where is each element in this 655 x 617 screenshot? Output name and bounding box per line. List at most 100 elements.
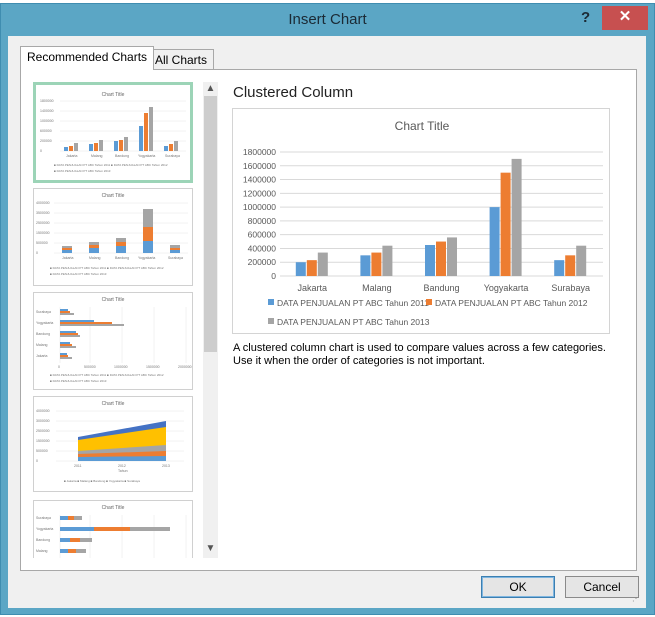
column-bar (565, 255, 576, 276)
svg-text:1400000: 1400000 (40, 109, 54, 113)
thumbnail-stacked-bar-graphic: Chart Title Surabaya Yogyakarta Bandung Mal… (36, 505, 187, 558)
svg-text:Bandung: Bandung (36, 332, 50, 336)
column-bar (360, 255, 371, 276)
help-button[interactable]: ? (581, 9, 590, 26)
chart-preview: Chart Title 0 200000 400000 600000 800000 1000… (232, 108, 610, 334)
ok-button[interactable]: OK (481, 576, 555, 598)
svg-text:Jakarta: Jakarta (62, 256, 74, 260)
svg-text:1000000: 1000000 (114, 365, 128, 369)
svg-text:Yogyakarta: Yogyakarta (36, 321, 53, 325)
thumbnail-clustered-column-graphic: Chart Title 1800000 1400000 1000000 600000 2… (40, 92, 186, 173)
svg-text:Malang: Malang (89, 256, 101, 260)
column-bar (425, 245, 435, 276)
svg-text:Tahun: Tahun (118, 469, 128, 473)
legend-label: DATA PENJUALAN PT ABC Tahun 2011 (277, 298, 429, 308)
resize-grip-icon[interactable]: ⋰ (632, 594, 640, 603)
legend-swatch (268, 318, 274, 324)
svg-text:0: 0 (36, 459, 38, 463)
svg-text:1800000: 1800000 (40, 99, 54, 103)
cancel-button[interactable]: Cancel (565, 576, 639, 598)
column-bar (489, 207, 500, 276)
svg-text:2000000: 2000000 (178, 365, 192, 369)
svg-text:Jakarta: Jakarta (66, 154, 78, 158)
column-bar (371, 252, 382, 276)
x-tick-label: Malang (362, 283, 392, 293)
description-line-1: A clustered column chart is used to comp… (233, 342, 606, 354)
legend-label: DATA PENJUALAN PT ABC Tahun 2012 (435, 298, 588, 308)
x-tick-label: Surabaya (551, 283, 590, 293)
column-bar (295, 262, 306, 276)
thumbnail-scrollbar[interactable]: ▲ ▼ (203, 82, 218, 558)
y-tick-label: 1400000 (243, 175, 276, 185)
svg-text:Malang: Malang (36, 549, 48, 553)
legend-label: DATA PENJUALAN PT ABC Tahun 2013 (277, 317, 430, 327)
svg-text:■ DATA PENJUALAN PT ABC Tahun: ■ DATA PENJUALAN PT ABC Tahun 2013 (54, 169, 111, 173)
svg-text:200000: 200000 (40, 139, 52, 143)
column-bar (576, 245, 587, 276)
tab-recommended-charts[interactable]: Recommended Charts (20, 46, 155, 70)
thumbnail-stacked-column[interactable]: Chart Title 4000000 3500000 2500000 1500000… (33, 188, 193, 286)
scroll-down-icon[interactable]: ▼ (203, 543, 218, 554)
y-tick-label: 800000 (248, 216, 277, 226)
dialog-title: Insert Chart (288, 11, 367, 28)
svg-text:Chart Title: Chart Title (102, 193, 125, 199)
column-bar (317, 252, 328, 276)
close-button[interactable]: ✕ (602, 6, 648, 30)
svg-text:Malang: Malang (91, 154, 103, 158)
y-tick-label: 600000 (248, 230, 277, 240)
svg-text:Chart Title: Chart Title (102, 92, 125, 98)
svg-text:1000000: 1000000 (40, 119, 54, 123)
y-tick-label: 200000 (248, 257, 277, 267)
svg-text:Jakarta: Jakarta (36, 354, 48, 358)
column-bar (382, 245, 393, 276)
svg-text:4000000: 4000000 (36, 201, 50, 205)
thumbnail-stacked-bar[interactable]: Chart Title Surabaya Yogyakarta Bandung Mal… (33, 500, 193, 558)
tab-all-charts[interactable]: All Charts (148, 49, 215, 71)
thumbnail-clustered-bar-graphic: Chart Title Surabaya Yogyakarta Bandung Mal… (36, 297, 192, 383)
y-tick-label: 0 (271, 271, 276, 281)
svg-text:■ DATA PENJUALAN PT ABC Tahun: ■ DATA PENJUALAN PT ABC Tahun 2013 (50, 379, 107, 383)
svg-text:Surabaya: Surabaya (165, 154, 180, 158)
svg-text:Malang: Malang (36, 343, 48, 347)
svg-text:1500000: 1500000 (36, 231, 50, 235)
svg-text:2012: 2012 (118, 464, 126, 468)
svg-text:2011: 2011 (74, 464, 82, 468)
thumbnail-clustered-column[interactable]: Chart Title 1800000 1400000 1000000 600000 2… (33, 82, 193, 183)
preview-heading: Clustered Column (233, 84, 354, 101)
y-tick-label: 1200000 (243, 188, 276, 198)
description-line-2: Use it when the order of categories is n… (233, 355, 485, 367)
thumbnail-stacked-area[interactable]: Chart Title 4000000 3000000 2500000 1500000… (33, 396, 193, 492)
close-icon[interactable]: ✕ (619, 8, 632, 25)
svg-text:■ Jakarta ■ Malang ■ Bandung: ■ Jakarta ■ Malang ■ Bandung ■ Yogyakart… (64, 479, 140, 483)
y-tick-label: 1600000 (243, 161, 276, 171)
title-bar[interactable]: Insert Chart ? ✕ (1, 4, 654, 36)
x-tick-label: Yogyakarta (484, 283, 529, 293)
legend-swatch (426, 299, 432, 305)
y-tick-label: 400000 (248, 243, 277, 253)
svg-text:Bandung: Bandung (115, 256, 129, 260)
recommended-charts-panel: Chart Title 1800000 1400000 1000000 600000 2… (20, 69, 637, 571)
svg-text:■ DATA PENJUALAN PT ABC Tahun: ■ DATA PENJUALAN PT ABC Tahun 2013 (50, 272, 107, 276)
svg-text:600000: 600000 (40, 129, 52, 133)
y-tick-label: 1800000 (243, 147, 276, 157)
thumbnail-stacked-column-graphic: Chart Title 4000000 3500000 2500000 1500000… (36, 193, 188, 276)
scroll-up-icon[interactable]: ▲ (203, 83, 218, 94)
scrollbar-thumb[interactable] (204, 96, 217, 352)
column-bar (511, 158, 522, 276)
chart-title: Chart Title (395, 119, 450, 133)
svg-text:Yogyakarta: Yogyakarta (138, 154, 155, 158)
column-bar (436, 241, 446, 276)
x-tick-label: Jakarta (298, 283, 328, 293)
svg-text:■ DATA PENJUALAN PT ABC Tahun: ■ DATA PENJUALAN PT ABC Tahun 2011 ■ DAT… (50, 266, 164, 270)
chart-description: A clustered column chart is used to comp… (233, 342, 633, 368)
svg-text:1500000: 1500000 (146, 365, 160, 369)
thumbnail-clustered-bar[interactable]: Chart Title Surabaya Yogyakarta Bandung Mal… (33, 292, 193, 390)
column-bar (447, 237, 457, 276)
svg-text:3000000: 3000000 (36, 419, 50, 423)
column-bar (306, 260, 317, 276)
svg-text:2500000: 2500000 (36, 429, 50, 433)
dialog-client-area: Recommended Charts All Charts Chart Titl… (8, 36, 646, 608)
svg-text:Bandung: Bandung (115, 154, 129, 158)
insert-chart-dialog: Insert Chart ? ✕ Recommended Charts All … (0, 3, 655, 615)
svg-text:0: 0 (40, 149, 42, 153)
